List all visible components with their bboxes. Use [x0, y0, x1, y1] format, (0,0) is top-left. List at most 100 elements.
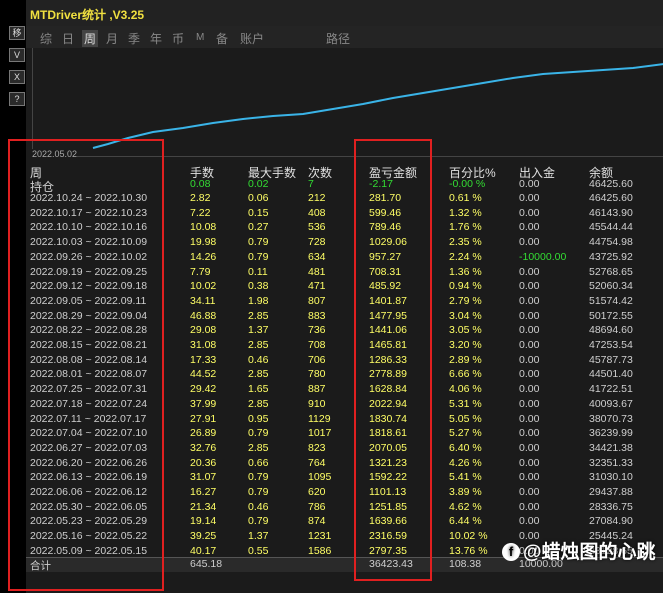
- tab-currency[interactable]: 币: [172, 30, 184, 47]
- cell-lots: 7.22: [190, 206, 211, 219]
- cell-max-lots: 0.11: [248, 265, 268, 278]
- cell-max-lots: 0.46: [248, 353, 269, 366]
- cell-balance: 41722.51: [589, 383, 633, 396]
- cell-max-lots: 1.65: [248, 383, 269, 396]
- tab-day[interactable]: 日: [62, 30, 74, 47]
- cell-count: 1095: [308, 471, 332, 484]
- holding-percent: -0.00 %: [449, 178, 486, 190]
- tab-account[interactable]: 账户: [240, 30, 264, 47]
- cell-lots: 19.98: [190, 236, 217, 249]
- cell-lots: 10.02: [190, 280, 217, 293]
- cell-count: 634: [308, 250, 326, 263]
- move-button[interactable]: 移: [9, 26, 25, 40]
- cell-deposit: -10000.00: [519, 250, 567, 263]
- cell-count: 1017: [308, 427, 332, 440]
- cell-balance: 32351.33: [589, 456, 633, 469]
- cell-percent: 1.76 %: [449, 221, 482, 234]
- highlight-box-week: [8, 139, 164, 591]
- cell-count: 874: [308, 515, 326, 528]
- tab-m[interactable]: M: [196, 32, 204, 43]
- cell-max-lots: 0.79: [248, 250, 269, 263]
- cell-balance: 46425.60: [589, 192, 633, 204]
- cell-max-lots: 1.37: [248, 324, 269, 337]
- cell-max-lots: 0.66: [248, 456, 269, 469]
- cell-balance: 45787.73: [589, 353, 633, 366]
- tab-notes[interactable]: 备: [216, 30, 228, 47]
- holding-balance: 46425.60: [589, 178, 633, 190]
- cell-deposit: 0.00: [519, 383, 540, 396]
- cell-deposit: 0.00: [519, 397, 540, 410]
- cell-percent: 3.20 %: [449, 339, 482, 351]
- holding-count: 7: [308, 178, 314, 190]
- cell-count: 708: [308, 339, 326, 351]
- equity-curve-line: [92, 63, 663, 149]
- title-bar[interactable]: MTDriver统计 ,V3.25: [26, 0, 663, 27]
- cell-deposit: 0.00: [519, 471, 540, 484]
- cell-max-lots: 0.79: [248, 471, 269, 484]
- cell-balance: 48694.60: [589, 324, 633, 337]
- cell-percent: 3.04 %: [449, 309, 482, 322]
- cell-deposit: 0.00: [519, 486, 540, 498]
- holding-max-lots: 0.02: [248, 178, 269, 190]
- cell-deposit: 0.00: [519, 294, 540, 307]
- cell-lots: 32.76: [190, 441, 217, 454]
- cell-percent: 3.05 %: [449, 324, 482, 337]
- cell-balance: 29437.88: [589, 486, 633, 498]
- cell-percent: 4.06 %: [449, 383, 482, 396]
- cell-count: 706: [308, 353, 326, 366]
- cell-max-lots: 1.37: [248, 530, 269, 543]
- cell-lots: 29.08: [190, 324, 217, 337]
- cell-lots: 29.42: [190, 383, 217, 396]
- cell-lots: 21.34: [190, 500, 217, 513]
- tab-quarter[interactable]: 季: [128, 30, 140, 47]
- cell-max-lots: 0.06: [248, 192, 269, 204]
- cell-deposit: 0.00: [519, 221, 540, 234]
- cell-max-lots: 0.79: [248, 515, 269, 528]
- cell-balance: 46143.90: [589, 206, 633, 219]
- cell-max-lots: 1.98: [248, 294, 269, 307]
- cell-balance: 44501.40: [589, 368, 633, 381]
- cell-lots: 2.82: [190, 192, 211, 204]
- cell-percent: 13.76 %: [449, 544, 488, 557]
- cell-max-lots: 2.85: [248, 309, 269, 322]
- cell-lots: 14.26: [190, 250, 217, 263]
- tab-path[interactable]: 路径: [326, 30, 350, 47]
- tab-overview[interactable]: 综: [40, 30, 52, 47]
- cell-lots: 7.79: [190, 265, 211, 278]
- cell-count: 887: [308, 383, 326, 396]
- cell-max-lots: 0.38: [248, 280, 269, 293]
- cell-lots: 37.99: [190, 397, 217, 410]
- help-button[interactable]: ?: [9, 92, 25, 106]
- cell-lots: 39.25: [190, 530, 217, 543]
- cell-max-lots: 2.85: [248, 339, 269, 351]
- cell-balance: 44754.98: [589, 236, 633, 249]
- tab-year[interactable]: 年: [150, 30, 162, 47]
- highlight-box-pnl: [354, 139, 432, 581]
- v-button[interactable]: V: [9, 48, 25, 62]
- cell-percent: 3.89 %: [449, 486, 482, 498]
- close-button[interactable]: X: [9, 70, 25, 84]
- cell-balance: 34421.38: [589, 441, 633, 454]
- cell-balance: 36239.99: [589, 427, 633, 440]
- cell-max-lots: 0.79: [248, 486, 269, 498]
- cell-percent: 0.94 %: [449, 280, 482, 293]
- cell-percent: 2.89 %: [449, 353, 482, 366]
- cell-max-lots: 2.85: [248, 441, 269, 454]
- cell-lots: 10.08: [190, 221, 217, 234]
- cell-balance: 38070.73: [589, 412, 633, 425]
- cell-balance: 45544.44: [589, 221, 633, 234]
- cell-deposit: 0.00: [519, 515, 540, 528]
- cell-count: 728: [308, 236, 326, 249]
- tab-month[interactable]: 月: [106, 30, 118, 47]
- cell-deposit: 0.00: [519, 427, 540, 440]
- cell-count: 736: [308, 324, 326, 337]
- tab-week[interactable]: 周: [82, 30, 99, 47]
- cell-lots: 44.52: [190, 368, 217, 381]
- cell-count: 1231: [308, 530, 332, 543]
- cell-percent: 2.79 %: [449, 294, 482, 307]
- holding-lots: 0.08: [190, 178, 211, 190]
- cell-deposit: 0.00: [519, 309, 540, 322]
- weibo-logo-icon: f: [502, 543, 520, 561]
- watermark-text: @蜡烛图的心跳: [523, 542, 656, 563]
- cell-count: 823: [308, 441, 326, 454]
